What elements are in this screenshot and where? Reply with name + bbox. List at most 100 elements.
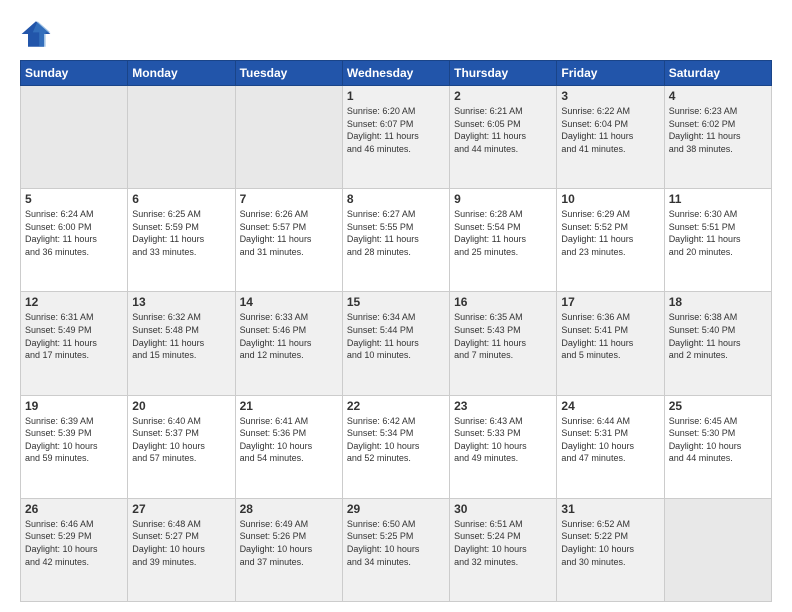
day-info: Sunrise: 6:36 AM Sunset: 5:41 PM Dayligh… xyxy=(561,311,659,361)
calendar-cell: 11 Sunrise: 6:30 AM Sunset: 5:51 PM Dayli… xyxy=(664,189,771,292)
calendar-cell: 28 Sunrise: 6:49 AM Sunset: 5:26 PM Dayli… xyxy=(235,498,342,601)
weekday-header-tuesday: Tuesday xyxy=(235,61,342,86)
day-info: Sunrise: 6:24 AM Sunset: 6:00 PM Dayligh… xyxy=(25,208,123,258)
day-number: 15 xyxy=(347,295,445,309)
day-number: 11 xyxy=(669,192,767,206)
day-number: 16 xyxy=(454,295,552,309)
calendar-cell: 9Sunrise: 6:28 AM Sunset: 5:54 PM Daylig… xyxy=(450,189,557,292)
day-info: Sunrise: 6:35 AM Sunset: 5:43 PM Dayligh… xyxy=(454,311,552,361)
day-number: 26 xyxy=(25,502,123,516)
calendar-cell: 21Sunrise: 6:41 AM Sunset: 5:36 PM Dayli… xyxy=(235,395,342,498)
day-number: 19 xyxy=(25,399,123,413)
calendar-cell: 6Sunrise: 6:25 AM Sunset: 5:59 PM Daylig… xyxy=(128,189,235,292)
day-number: 30 xyxy=(454,502,552,516)
calendar-cell: 4 Sunrise: 6:23 AM Sunset: 6:02 PM Daylig… xyxy=(664,86,771,189)
calendar-cell: 27 Sunrise: 6:48 AM Sunset: 5:27 PM Dayli… xyxy=(128,498,235,601)
day-info: Sunrise: 6:20 AM Sunset: 6:07 PM Dayligh… xyxy=(347,105,445,155)
calendar-cell: 10 Sunrise: 6:29 AM Sunset: 5:52 PM Dayli… xyxy=(557,189,664,292)
calendar-cell: 12Sunrise: 6:31 AM Sunset: 5:49 PM Dayli… xyxy=(21,292,128,395)
day-info: Sunrise: 6:51 AM Sunset: 5:24 PM Dayligh… xyxy=(454,518,552,568)
day-number: 12 xyxy=(25,295,123,309)
header xyxy=(20,18,772,50)
calendar-week-row: 26 Sunrise: 6:46 AM Sunset: 5:29 PM Dayli… xyxy=(21,498,772,601)
day-info: Sunrise: 6:50 AM Sunset: 5:25 PM Dayligh… xyxy=(347,518,445,568)
page: SundayMondayTuesdayWednesdayThursdayFrid… xyxy=(0,0,792,612)
calendar-cell: 8 Sunrise: 6:27 AM Sunset: 5:55 PM Daylig… xyxy=(342,189,449,292)
day-number: 18 xyxy=(669,295,767,309)
day-info: Sunrise: 6:32 AM Sunset: 5:48 PM Dayligh… xyxy=(132,311,230,361)
day-number: 29 xyxy=(347,502,445,516)
day-number: 2 xyxy=(454,89,552,103)
calendar-cell: 26 Sunrise: 6:46 AM Sunset: 5:29 PM Dayli… xyxy=(21,498,128,601)
day-number: 23 xyxy=(454,399,552,413)
day-info: Sunrise: 6:49 AM Sunset: 5:26 PM Dayligh… xyxy=(240,518,338,568)
weekday-header-monday: Monday xyxy=(128,61,235,86)
calendar-table: SundayMondayTuesdayWednesdayThursdayFrid… xyxy=(20,60,772,602)
day-number: 24 xyxy=(561,399,659,413)
day-info: Sunrise: 6:22 AM Sunset: 6:04 PM Dayligh… xyxy=(561,105,659,155)
weekday-header-thursday: Thursday xyxy=(450,61,557,86)
day-info: Sunrise: 6:26 AM Sunset: 5:57 PM Dayligh… xyxy=(240,208,338,258)
calendar-cell: 31 Sunrise: 6:52 AM Sunset: 5:22 PM Dayli… xyxy=(557,498,664,601)
day-number: 10 xyxy=(561,192,659,206)
day-number: 1 xyxy=(347,89,445,103)
calendar-week-row: 1 Sunrise: 6:20 AM Sunset: 6:07 PM Daylig… xyxy=(21,86,772,189)
calendar-cell xyxy=(664,498,771,601)
calendar-cell: 14 Sunrise: 6:33 AM Sunset: 5:46 PM Dayli… xyxy=(235,292,342,395)
calendar-cell: 18 Sunrise: 6:38 AM Sunset: 5:40 PM Dayli… xyxy=(664,292,771,395)
logo xyxy=(20,18,56,50)
day-number: 14 xyxy=(240,295,338,309)
day-number: 4 xyxy=(669,89,767,103)
calendar-cell: 25Sunrise: 6:45 AM Sunset: 5:30 PM Dayli… xyxy=(664,395,771,498)
calendar-cell: 22 Sunrise: 6:42 AM Sunset: 5:34 PM Dayli… xyxy=(342,395,449,498)
day-number: 8 xyxy=(347,192,445,206)
calendar-cell: 16 Sunrise: 6:35 AM Sunset: 5:43 PM Dayli… xyxy=(450,292,557,395)
day-number: 7 xyxy=(240,192,338,206)
day-info: Sunrise: 6:27 AM Sunset: 5:55 PM Dayligh… xyxy=(347,208,445,258)
calendar-cell: 13 Sunrise: 6:32 AM Sunset: 5:48 PM Dayli… xyxy=(128,292,235,395)
calendar-cell: 1 Sunrise: 6:20 AM Sunset: 6:07 PM Daylig… xyxy=(342,86,449,189)
calendar-cell xyxy=(235,86,342,189)
day-info: Sunrise: 6:48 AM Sunset: 5:27 PM Dayligh… xyxy=(132,518,230,568)
calendar-week-row: 19 Sunrise: 6:39 AM Sunset: 5:39 PM Dayli… xyxy=(21,395,772,498)
day-info: Sunrise: 6:38 AM Sunset: 5:40 PM Dayligh… xyxy=(669,311,767,361)
day-number: 20 xyxy=(132,399,230,413)
calendar-cell: 2 Sunrise: 6:21 AM Sunset: 6:05 PM Daylig… xyxy=(450,86,557,189)
calendar-cell: 5Sunrise: 6:24 AM Sunset: 6:00 PM Daylig… xyxy=(21,189,128,292)
day-info: Sunrise: 6:30 AM Sunset: 5:51 PM Dayligh… xyxy=(669,208,767,258)
day-info: Sunrise: 6:44 AM Sunset: 5:31 PM Dayligh… xyxy=(561,415,659,465)
day-number: 28 xyxy=(240,502,338,516)
day-number: 27 xyxy=(132,502,230,516)
day-number: 31 xyxy=(561,502,659,516)
calendar-cell xyxy=(21,86,128,189)
calendar-cell: 20Sunrise: 6:40 AM Sunset: 5:37 PM Dayli… xyxy=(128,395,235,498)
calendar-cell: 23 Sunrise: 6:43 AM Sunset: 5:33 PM Dayli… xyxy=(450,395,557,498)
day-info: Sunrise: 6:34 AM Sunset: 5:44 PM Dayligh… xyxy=(347,311,445,361)
day-info: Sunrise: 6:33 AM Sunset: 5:46 PM Dayligh… xyxy=(240,311,338,361)
day-number: 17 xyxy=(561,295,659,309)
calendar-cell xyxy=(128,86,235,189)
calendar-cell: 3 Sunrise: 6:22 AM Sunset: 6:04 PM Daylig… xyxy=(557,86,664,189)
day-info: Sunrise: 6:29 AM Sunset: 5:52 PM Dayligh… xyxy=(561,208,659,258)
day-number: 22 xyxy=(347,399,445,413)
day-info: Sunrise: 6:39 AM Sunset: 5:39 PM Dayligh… xyxy=(25,415,123,465)
logo-icon xyxy=(20,18,52,50)
weekday-header-friday: Friday xyxy=(557,61,664,86)
weekday-header-row: SundayMondayTuesdayWednesdayThursdayFrid… xyxy=(21,61,772,86)
calendar-cell: 15 Sunrise: 6:34 AM Sunset: 5:44 PM Dayli… xyxy=(342,292,449,395)
day-info: Sunrise: 6:43 AM Sunset: 5:33 PM Dayligh… xyxy=(454,415,552,465)
day-info: Sunrise: 6:21 AM Sunset: 6:05 PM Dayligh… xyxy=(454,105,552,155)
day-number: 13 xyxy=(132,295,230,309)
day-info: Sunrise: 6:52 AM Sunset: 5:22 PM Dayligh… xyxy=(561,518,659,568)
calendar-week-row: 5Sunrise: 6:24 AM Sunset: 6:00 PM Daylig… xyxy=(21,189,772,292)
day-info: Sunrise: 6:23 AM Sunset: 6:02 PM Dayligh… xyxy=(669,105,767,155)
weekday-header-saturday: Saturday xyxy=(664,61,771,86)
day-info: Sunrise: 6:46 AM Sunset: 5:29 PM Dayligh… xyxy=(25,518,123,568)
calendar-cell: 24 Sunrise: 6:44 AM Sunset: 5:31 PM Dayli… xyxy=(557,395,664,498)
day-number: 3 xyxy=(561,89,659,103)
calendar-cell: 17 Sunrise: 6:36 AM Sunset: 5:41 PM Dayli… xyxy=(557,292,664,395)
day-info: Sunrise: 6:42 AM Sunset: 5:34 PM Dayligh… xyxy=(347,415,445,465)
calendar-cell: 19 Sunrise: 6:39 AM Sunset: 5:39 PM Dayli… xyxy=(21,395,128,498)
day-info: Sunrise: 6:25 AM Sunset: 5:59 PM Dayligh… xyxy=(132,208,230,258)
weekday-header-wednesday: Wednesday xyxy=(342,61,449,86)
